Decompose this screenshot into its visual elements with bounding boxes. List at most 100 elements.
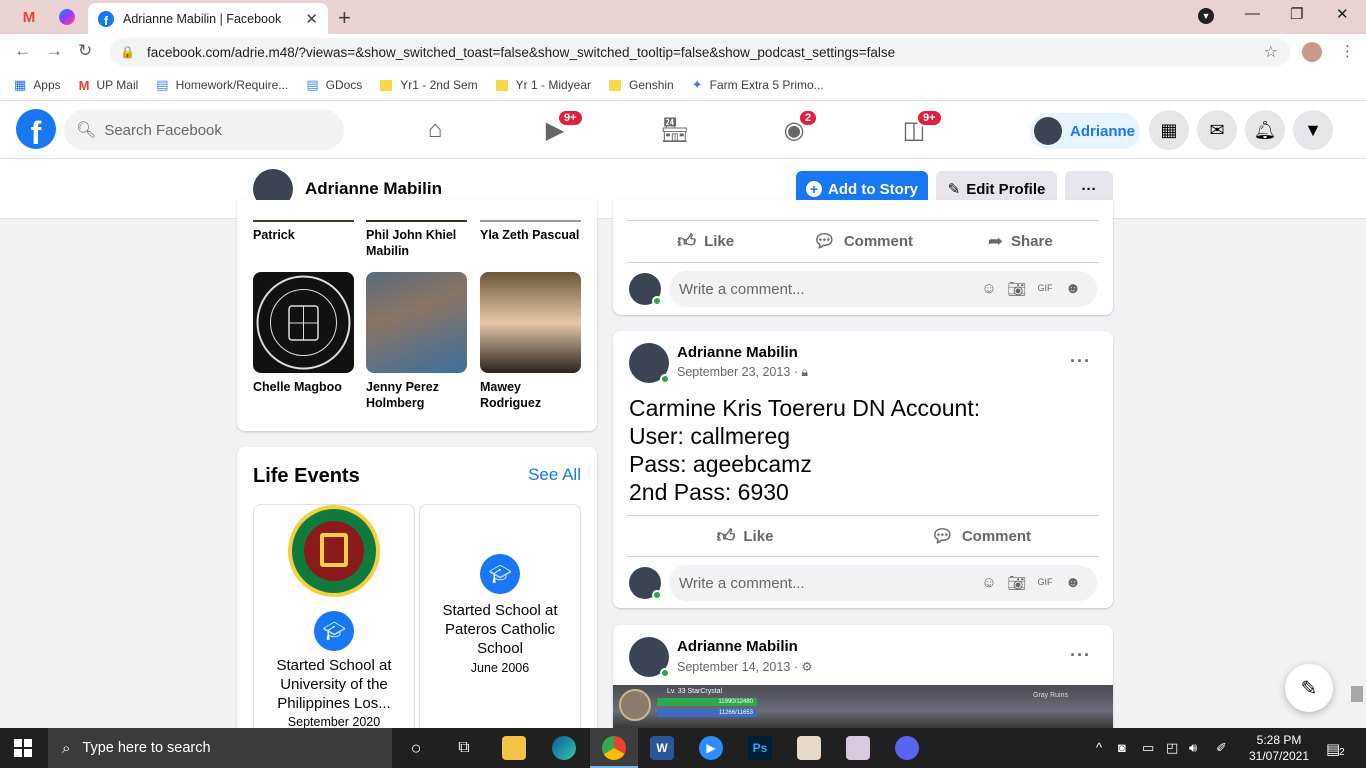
photoshop-icon[interactable]: Ps	[748, 736, 772, 760]
word-icon[interactable]: W	[650, 736, 674, 760]
post-options-icon[interactable]: ···	[1070, 351, 1091, 372]
friend-photo[interactable]	[480, 220, 581, 222]
zoom-icon[interactable]: ▶	[699, 736, 723, 760]
scrollbar-thumb[interactable]	[1351, 686, 1363, 702]
forward-button[interactable]: →	[46, 41, 63, 61]
menu-grid-icon[interactable]: ▦	[1149, 110, 1189, 150]
camera-icon[interactable]: 📷︎	[1003, 574, 1031, 592]
post-author[interactable]: Adrianne Mabilin	[677, 638, 798, 655]
avatar[interactable]	[629, 273, 662, 306]
life-event-tile[interactable]: 🎓︎ Started School at University of the P…	[253, 504, 415, 744]
avatar[interactable]	[629, 637, 670, 678]
friend-name[interactable]: Chelle Magboo	[253, 379, 358, 395]
active-tab[interactable]: f Adrianne Mabilin | Facebook ✕	[88, 3, 328, 34]
bookmark-homework[interactable]: ▤ Homework/Require...	[156, 77, 288, 93]
profile-name[interactable]: Adrianne Mabilin	[305, 179, 442, 199]
see-all-link[interactable]: See All	[528, 465, 581, 485]
discord-icon[interactable]	[895, 736, 919, 760]
life-event-tile[interactable]: 🎓︎ Started School at Pateros Catholic Sc…	[419, 504, 581, 744]
tab-search-icon[interactable]: ▼	[1198, 8, 1214, 24]
windows-start-icon[interactable]	[14, 739, 32, 757]
cortana-icon[interactable]: ○	[404, 736, 428, 760]
browser-menu-icon[interactable]: ⋮	[1340, 42, 1355, 60]
avatar[interactable]	[629, 567, 662, 600]
address-bar[interactable]: 🔒 facebook.com/adrie.m48/?viewas=&show_s…	[110, 38, 1290, 66]
file-explorer-icon[interactable]	[502, 736, 526, 760]
close-tab-icon[interactable]: ✕	[305, 10, 318, 28]
home-icon[interactable]: ⌂	[415, 113, 455, 147]
close-window-button[interactable]: ✕	[1336, 5, 1349, 23]
friend-photo[interactable]	[366, 220, 467, 222]
new-message-button[interactable]: ✎	[1285, 664, 1333, 712]
pen-icon[interactable]: ✐	[1216, 740, 1227, 756]
lock-icon[interactable]: 🔒	[120, 45, 135, 59]
task-view-icon[interactable]: ⧉	[452, 736, 476, 760]
maximize-button[interactable]: ❐	[1290, 5, 1303, 23]
tray-chevron-up-icon[interactable]: ^	[1096, 740, 1102, 755]
gif-icon[interactable]: GIF	[1031, 574, 1059, 592]
avatar[interactable]	[629, 343, 670, 384]
friend-photo[interactable]	[480, 272, 581, 373]
new-tab-button[interactable]: +	[338, 5, 351, 31]
taskbar-search[interactable]: ⌕ Type here to search	[48, 728, 392, 768]
friend-name[interactable]: Yla Zeth Pascual	[480, 227, 585, 243]
gif-icon[interactable]: GIF	[1031, 280, 1059, 298]
groups-icon[interactable]: ◉ 2	[774, 109, 819, 147]
network-icon[interactable]: ◰	[1166, 740, 1178, 756]
post-options-icon[interactable]: ···	[1070, 645, 1091, 666]
facebook-logo-icon[interactable]: f	[16, 109, 56, 149]
genshin-app-icon[interactable]	[846, 736, 870, 760]
comment-input[interactable]	[679, 574, 969, 592]
notifications-bell-icon[interactable]: 🔔︎	[1245, 110, 1285, 150]
emoji-icon[interactable]: ☺	[975, 280, 1003, 298]
bookmark-farm-primo[interactable]: ✦ Farm Extra 5 Primo...	[692, 77, 824, 93]
account-chevron-down-icon[interactable]: ▼	[1293, 110, 1333, 150]
bookmark-apps[interactable]: ▦ Apps	[14, 77, 61, 93]
friend-name[interactable]: Jenny Perez Holmberg	[366, 379, 471, 411]
like-button[interactable]: 👍︎ Like	[627, 230, 784, 252]
profile-shortcut[interactable]: Adrianne	[1030, 113, 1140, 149]
sticker-icon[interactable]: ☻	[1059, 574, 1087, 592]
post-photo[interactable]: Lv. 33 StarCrystal 11990/12480 11266/116…	[613, 685, 1113, 728]
gmail-tab[interactable]: M	[10, 4, 48, 30]
post-date[interactable]: September 14, 2013 · ⚙	[677, 659, 813, 674]
comment-button[interactable]: 💬︎ Comment	[784, 231, 941, 252]
watch-icon[interactable]: ▶ 9+	[535, 109, 584, 147]
friend-name[interactable]: Mawey Rodriguez	[480, 379, 585, 411]
search-input[interactable]	[104, 121, 325, 139]
bookmark-yr1-midyear[interactable]: Yr 1 - Midyear	[495, 78, 591, 92]
share-button[interactable]: ➦ Share	[942, 231, 1099, 252]
friend-photo[interactable]	[253, 220, 354, 222]
friend-name[interactable]: Patrick	[253, 227, 358, 243]
bookmark-genshin[interactable]: Genshin	[609, 78, 674, 92]
comment-box[interactable]: ☺ 📷︎ GIF ☻	[669, 271, 1097, 307]
post-date[interactable]: September 23, 2013 · 🔒︎	[677, 365, 808, 380]
browser-profile-avatar[interactable]	[1302, 42, 1322, 62]
reload-button[interactable]: ↻	[78, 41, 92, 61]
comment-button[interactable]: 💬︎ Comment	[863, 526, 1099, 547]
bookmark-up-mail[interactable]: M UP Mail	[79, 78, 139, 93]
friend-photo[interactable]	[366, 272, 467, 373]
camera-icon[interactable]: 📷︎	[1003, 280, 1031, 298]
volume-icon[interactable]: 🔊︎	[1189, 740, 1197, 756]
messenger-icon[interactable]: ✉	[1197, 110, 1237, 150]
edge-icon[interactable]	[552, 736, 576, 760]
genshin-app-icon[interactable]	[797, 736, 821, 760]
system-clock[interactable]: 5:28 PM 31/07/2021	[1244, 732, 1314, 764]
comment-box[interactable]: ☺ 📷︎ GIF ☻	[669, 565, 1097, 601]
bookmark-gdocs[interactable]: ▤ GDocs	[306, 77, 362, 93]
like-button[interactable]: 👍︎ Like	[627, 525, 863, 547]
friend-photo[interactable]	[253, 272, 354, 373]
marketplace-icon[interactable]: 🏪︎	[655, 113, 695, 147]
discord-tray-icon[interactable]: ◙	[1118, 740, 1126, 755]
bookmark-yr1-2nd-sem[interactable]: Yr1 - 2nd Sem	[380, 78, 478, 92]
back-button[interactable]: ←	[14, 41, 31, 61]
friend-name[interactable]: Phil John Khiel Mabilin	[366, 227, 471, 259]
gaming-icon[interactable]: ◫ 9+	[894, 109, 943, 147]
facebook-search[interactable]: 🔍︎	[64, 110, 344, 150]
post-author[interactable]: Adrianne Mabilin	[677, 344, 798, 361]
comment-input[interactable]	[679, 280, 969, 298]
messenger-tab[interactable]	[48, 4, 86, 30]
bookmark-star-icon[interactable]: ☆	[1264, 42, 1278, 62]
sticker-icon[interactable]: ☻	[1059, 280, 1087, 298]
